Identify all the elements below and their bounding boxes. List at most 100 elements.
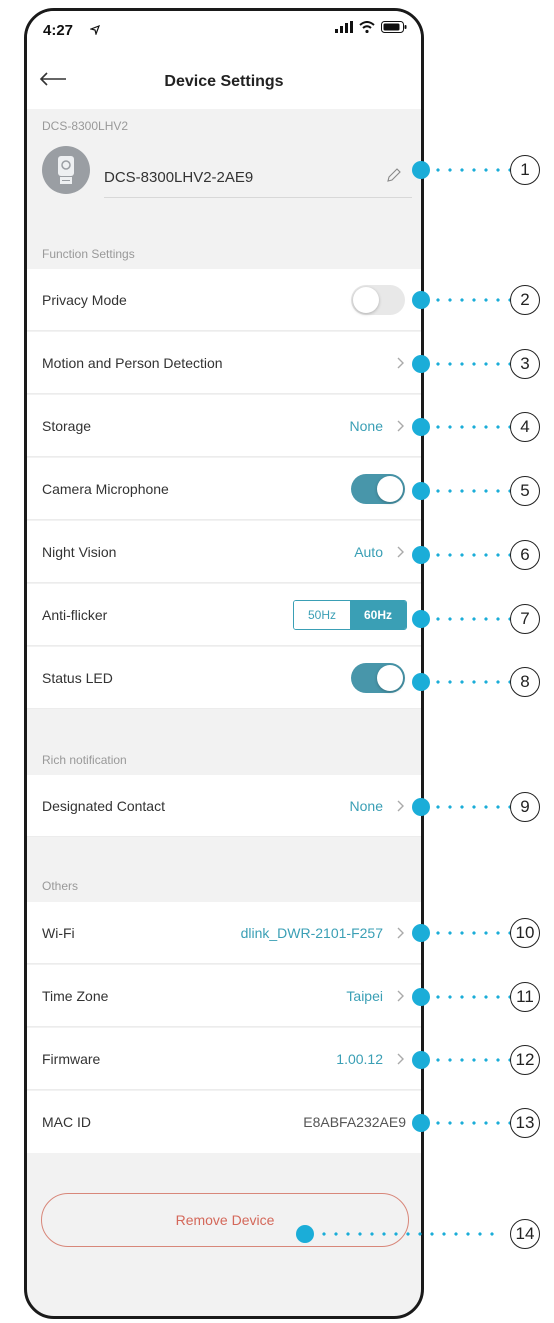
device-avatar <box>42 146 90 194</box>
callout-number: 4 <box>510 412 540 442</box>
callout-dot <box>412 798 430 816</box>
callout-13: 13 <box>412 1108 546 1138</box>
cellular-signal-icon <box>335 21 353 33</box>
toggle-knob <box>353 287 379 313</box>
callout-dot <box>412 482 430 500</box>
nav-bar: Device Settings <box>27 51 421 109</box>
status-led-label: Status LED <box>42 670 113 686</box>
section-rich-notification: Rich notification <box>42 753 127 767</box>
status-led-toggle[interactable] <box>351 663 405 693</box>
callout-12: 12 <box>412 1045 546 1075</box>
callout-3: 3 <box>412 349 546 379</box>
callout-9: 9 <box>412 792 546 822</box>
chevron-right-icon <box>397 800 404 812</box>
callout-leader <box>432 425 512 429</box>
callout-number: 8 <box>510 667 540 697</box>
section-function-settings: Function Settings <box>42 247 135 261</box>
device-name-card[interactable]: DCS-8300LHV2-2AE9 <box>42 143 412 203</box>
callout-number: 2 <box>510 285 540 315</box>
chevron-right-icon <box>397 1053 404 1065</box>
callout-number: 7 <box>510 604 540 634</box>
callout-leader <box>432 362 512 366</box>
callout-7: 7 <box>412 604 546 634</box>
model-label: DCS-8300LHV2 <box>42 119 129 133</box>
callout-dot <box>412 988 430 1006</box>
callout-dot <box>412 418 430 436</box>
callout-number: 14 <box>510 1219 540 1249</box>
chevron-right-icon <box>397 357 404 369</box>
callout-number: 9 <box>510 792 540 822</box>
callout-dot <box>296 1225 314 1243</box>
callout-leader <box>432 805 512 809</box>
callout-leader <box>432 617 512 621</box>
anti-flicker-segmented-control[interactable]: 50Hz 60Hz <box>293 600 407 630</box>
callout-leader <box>432 931 512 935</box>
row-wifi[interactable]: Wi-Fi dlink_DWR-2101-F257 <box>27 902 421 964</box>
row-privacy-mode[interactable]: Privacy Mode <box>27 269 421 331</box>
device-name: DCS-8300LHV2-2AE9 <box>104 169 254 186</box>
motion-detection-label: Motion and Person Detection <box>42 355 223 371</box>
toggle-knob <box>377 665 403 691</box>
callout-14: 14 <box>296 1219 546 1249</box>
anti-flicker-50hz-option[interactable]: 50Hz <box>294 601 350 629</box>
privacy-mode-label: Privacy Mode <box>42 292 127 308</box>
location-arrow-icon <box>90 25 100 35</box>
mac-id-value: E8ABFA232AE9 <box>303 1114 406 1130</box>
row-designated-contact[interactable]: Designated Contact None <box>27 775 421 837</box>
callout-6: 6 <box>412 540 546 570</box>
wifi-value: dlink_DWR-2101-F257 <box>240 925 383 941</box>
callout-number: 3 <box>510 349 540 379</box>
row-mac-id: MAC ID E8ABFA232AE9 <box>27 1091 421 1153</box>
firmware-label: Firmware <box>42 1051 101 1067</box>
designated-contact-label: Designated Contact <box>42 798 165 814</box>
battery-icon <box>381 21 407 33</box>
edit-pencil-icon[interactable] <box>386 167 402 183</box>
callout-number: 13 <box>510 1108 540 1138</box>
wifi-icon <box>359 21 375 33</box>
camera-microphone-toggle[interactable] <box>351 474 405 504</box>
callout-dot <box>412 1114 430 1132</box>
callout-number: 6 <box>510 540 540 570</box>
row-time-zone[interactable]: Time Zone Taipei <box>27 965 421 1027</box>
name-underline <box>104 197 412 198</box>
callout-number: 1 <box>510 155 540 185</box>
wifi-label: Wi-Fi <box>42 925 75 941</box>
mac-id-label: MAC ID <box>42 1114 91 1130</box>
row-storage[interactable]: Storage None <box>27 395 421 457</box>
callout-leader <box>432 1058 512 1062</box>
camera-icon <box>58 156 74 184</box>
callout-dot <box>412 610 430 628</box>
row-status-led[interactable]: Status LED <box>27 647 421 709</box>
row-camera-microphone[interactable]: Camera Microphone <box>27 458 421 520</box>
callout-dot <box>412 924 430 942</box>
designated-contact-value: None <box>349 798 383 814</box>
callout-number: 11 <box>510 982 540 1012</box>
callout-leader <box>432 1121 512 1125</box>
time-zone-value: Taipei <box>346 988 383 1004</box>
callout-leader <box>432 489 512 493</box>
callout-dot <box>412 673 430 691</box>
row-night-vision[interactable]: Night Vision Auto <box>27 521 421 583</box>
callout-leader <box>318 1232 502 1236</box>
row-motion-detection[interactable]: Motion and Person Detection <box>27 332 421 394</box>
phone-frame: 4:27 Device Settings DCS-8300LHV2 DCS-83… <box>24 8 424 1319</box>
chevron-right-icon <box>397 927 404 939</box>
callout-5: 5 <box>412 476 546 506</box>
callout-dot <box>412 1051 430 1069</box>
firmware-value: 1.00.12 <box>336 1051 383 1067</box>
row-anti-flicker: Anti-flicker 50Hz 60Hz <box>27 584 421 646</box>
camera-microphone-label: Camera Microphone <box>42 481 169 497</box>
anti-flicker-label: Anti-flicker <box>42 607 108 623</box>
callout-4: 4 <box>412 412 546 442</box>
callout-10: 10 <box>412 918 546 948</box>
callout-11: 11 <box>412 982 546 1012</box>
callout-leader <box>432 298 512 302</box>
callout-leader <box>432 995 512 999</box>
privacy-mode-toggle[interactable] <box>351 285 405 315</box>
row-firmware[interactable]: Firmware 1.00.12 <box>27 1028 421 1090</box>
night-vision-label: Night Vision <box>42 544 117 560</box>
page-title: Device Settings <box>164 73 284 90</box>
callout-leader <box>432 168 512 172</box>
anti-flicker-60hz-option[interactable]: 60Hz <box>350 601 406 629</box>
chevron-right-icon <box>397 990 404 1002</box>
